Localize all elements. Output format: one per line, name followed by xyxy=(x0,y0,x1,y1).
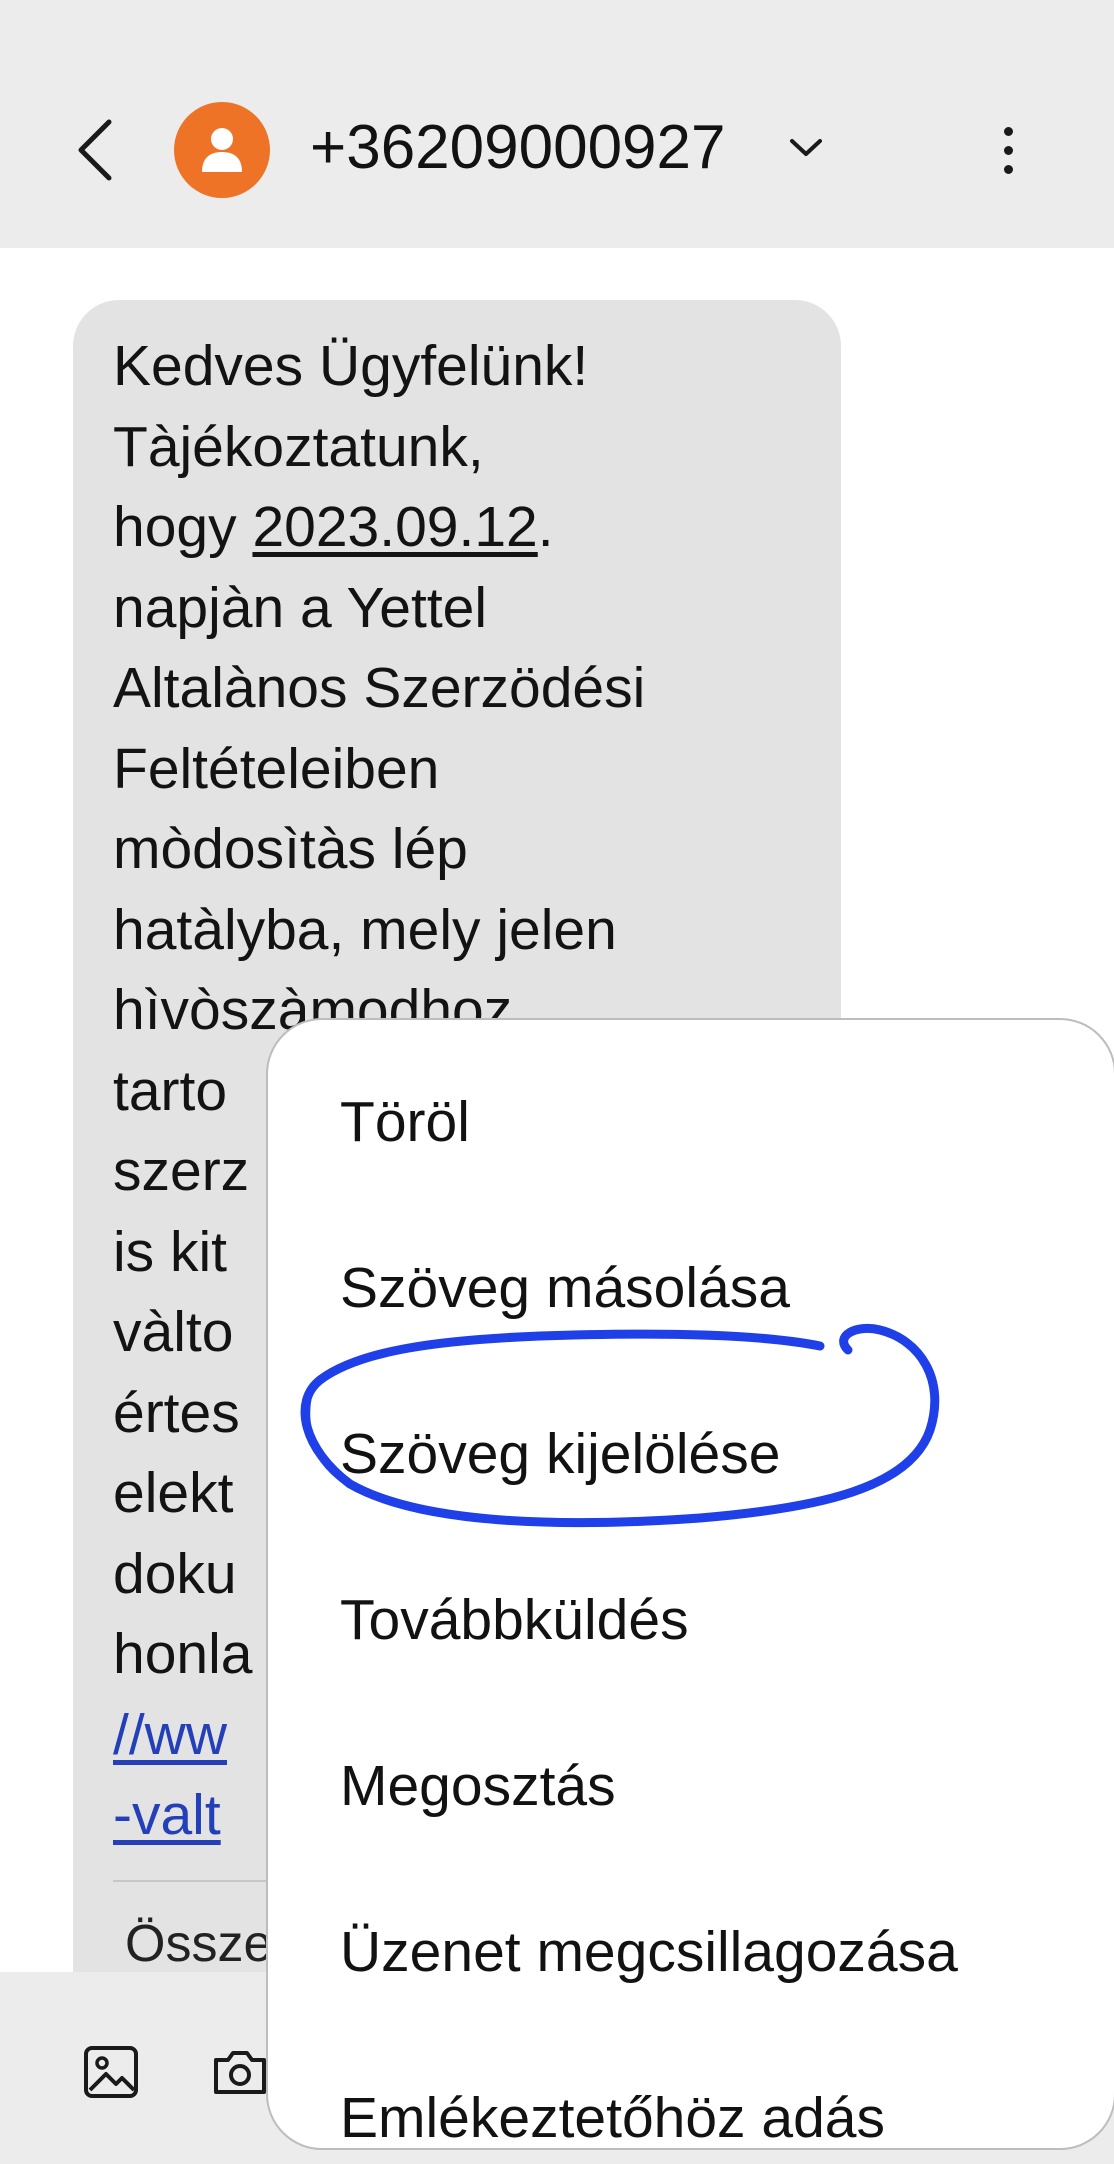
menu-item-share[interactable]: Megosztás xyxy=(340,1736,1100,1836)
message-context-menu: Töröl Szöveg másolása Szöveg kijelölése … xyxy=(266,1018,1114,2150)
menu-item-star-message[interactable]: Üzenet megcsillagozása xyxy=(340,1902,1100,2002)
image-icon[interactable] xyxy=(82,2042,142,2102)
contact-phone-number[interactable]: +36209000927 xyxy=(310,112,726,184)
message-footer-text[interactable]: Össze xyxy=(125,1912,272,1976)
person-icon xyxy=(202,128,242,172)
message-date-link[interactable]: 2023.09.12 xyxy=(252,495,537,559)
menu-item-copy-text[interactable]: Szöveg másolása xyxy=(340,1238,1100,1338)
more-vert-icon[interactable] xyxy=(982,114,1034,186)
message-url-link-cont[interactable]: -valt xyxy=(113,1783,221,1847)
conversation-header: +36209000927 xyxy=(0,0,1114,248)
menu-item-forward[interactable]: Továbbküldés xyxy=(340,1570,1100,1670)
menu-item-delete[interactable]: Töröl xyxy=(340,1072,1100,1172)
chevron-down-icon[interactable] xyxy=(780,126,832,170)
camera-icon[interactable] xyxy=(210,2042,270,2102)
contact-avatar[interactable] xyxy=(174,102,270,198)
back-arrow-icon[interactable] xyxy=(60,108,130,192)
menu-item-add-reminder[interactable]: Emlékeztetőhöz adás xyxy=(340,2068,1100,2148)
menu-item-select-text[interactable]: Szöveg kijelölése xyxy=(340,1404,1100,1504)
message-url-link[interactable]: //ww xyxy=(113,1703,227,1767)
